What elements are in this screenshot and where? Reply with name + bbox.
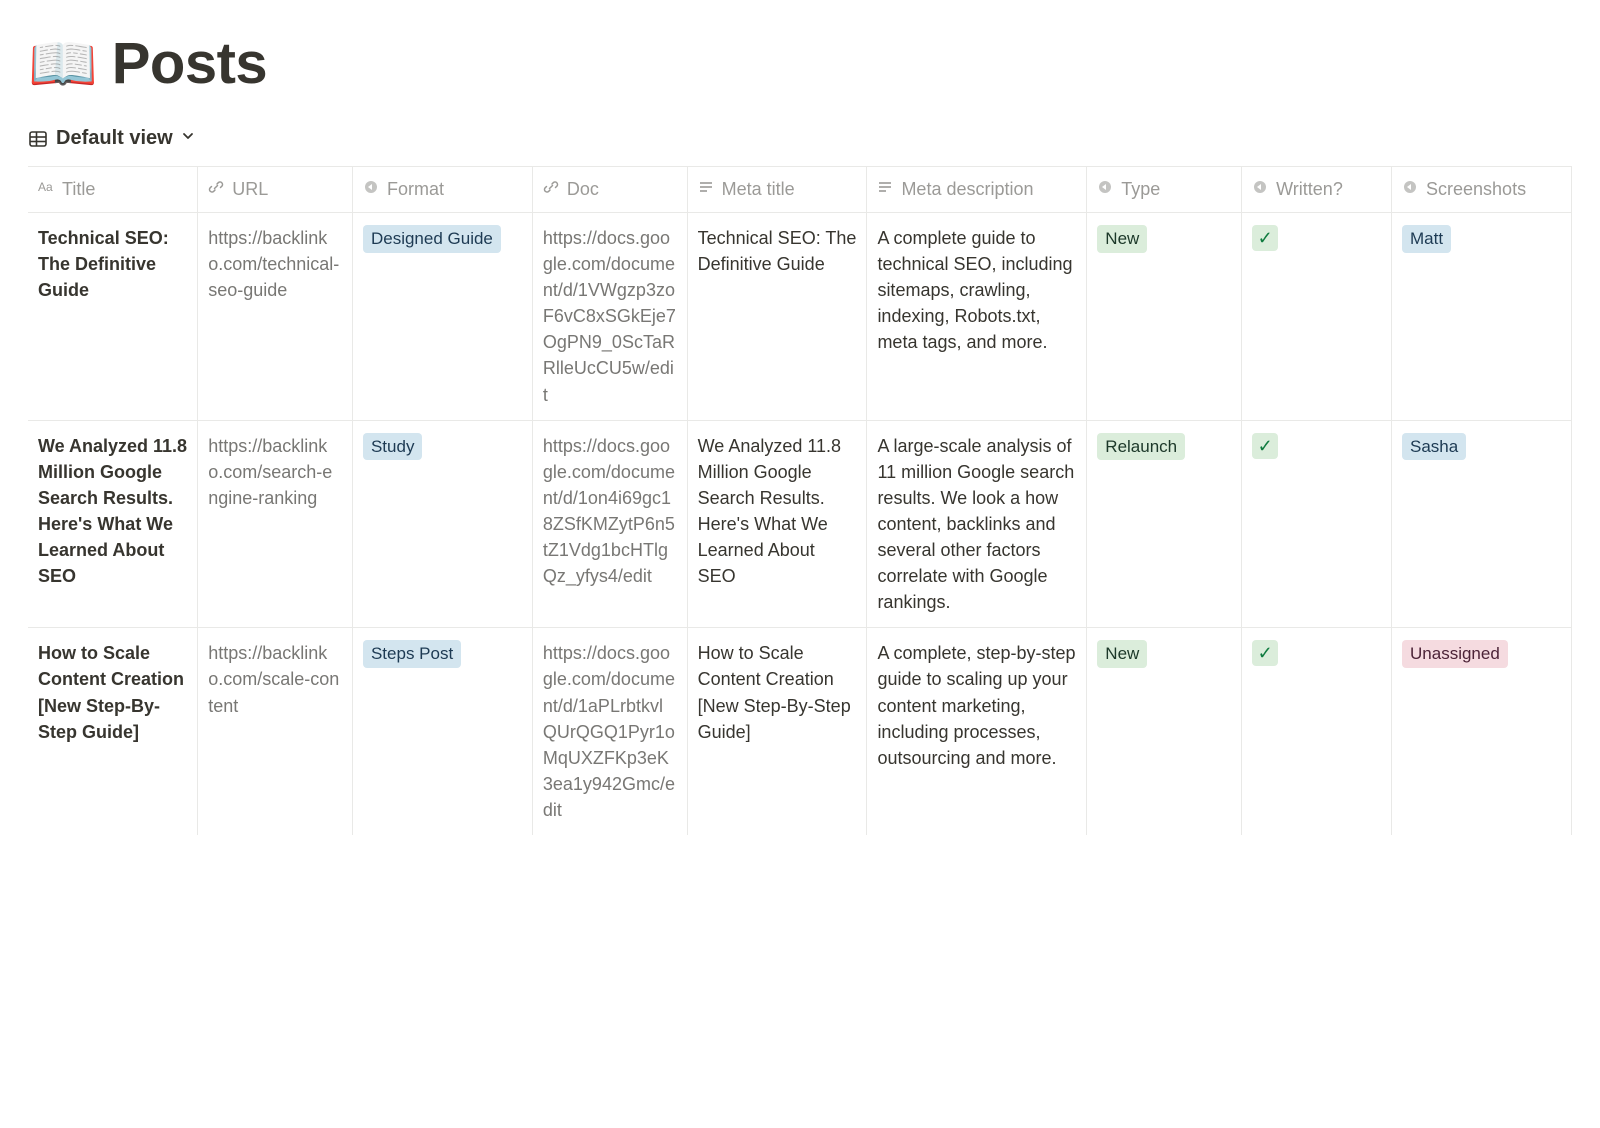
col-header-type[interactable]: Type xyxy=(1087,167,1242,213)
cell-url[interactable]: https://backlinko.com/search-engine-rank… xyxy=(198,420,353,628)
check-icon: ✓ xyxy=(1252,640,1278,666)
format-tag: Study xyxy=(363,433,422,461)
col-header-doc[interactable]: Doc xyxy=(532,167,687,213)
cell-type[interactable]: Relaunch xyxy=(1087,420,1242,628)
col-header-label: Doc xyxy=(567,179,599,200)
screenshots-tag: Sasha xyxy=(1402,433,1466,461)
table-view-icon xyxy=(28,129,48,149)
col-header-label: Meta title xyxy=(722,179,795,200)
cell-title[interactable]: We Analyzed 11.8 Million Google Search R… xyxy=(28,420,198,628)
cell-meta-description[interactable]: A large-scale analysis of 11 million Goo… xyxy=(867,420,1087,628)
col-header-label: Type xyxy=(1121,179,1160,200)
cell-written[interactable]: ✓ xyxy=(1242,213,1392,421)
cell-written[interactable]: ✓ xyxy=(1242,628,1392,835)
cell-format[interactable]: Study xyxy=(352,420,532,628)
col-header-label: Title xyxy=(62,179,95,200)
cell-meta-title[interactable]: Technical SEO: The Definitive Guide xyxy=(687,213,867,421)
col-header-screenshots[interactable]: Screenshots xyxy=(1392,167,1572,213)
posts-table: Aa Title URL xyxy=(28,166,1572,835)
cell-format[interactable]: Designed Guide xyxy=(352,213,532,421)
page-header: 📖 Posts xyxy=(28,30,1572,97)
page-icon: 📖 xyxy=(28,36,98,92)
col-header-meta-description[interactable]: Meta description xyxy=(867,167,1087,213)
table-header-row: Aa Title URL xyxy=(28,167,1572,213)
cell-meta-title[interactable]: We Analyzed 11.8 Million Google Search R… xyxy=(687,420,867,628)
select-property-icon xyxy=(363,179,379,200)
cell-url[interactable]: https://backlinko.com/scale-content xyxy=(198,628,353,835)
check-icon: ✓ xyxy=(1252,433,1278,459)
select-property-icon xyxy=(1097,179,1113,200)
select-property-icon xyxy=(1402,179,1418,200)
select-property-icon xyxy=(1252,179,1268,200)
col-header-label: Meta description xyxy=(901,179,1033,200)
cell-format[interactable]: Steps Post xyxy=(352,628,532,835)
link-icon xyxy=(543,179,559,200)
cell-screenshots[interactable]: Sasha xyxy=(1392,420,1572,628)
table-body: Technical SEO: The Definitive Guide http… xyxy=(28,213,1572,835)
type-tag: New xyxy=(1097,225,1147,253)
cell-written[interactable]: ✓ xyxy=(1242,420,1392,628)
type-tag: New xyxy=(1097,640,1147,668)
cell-meta-description[interactable]: A complete guide to technical SEO, inclu… xyxy=(867,213,1087,421)
view-selector[interactable]: Default view xyxy=(28,127,1572,150)
col-header-url[interactable]: URL xyxy=(198,167,353,213)
col-header-label: Screenshots xyxy=(1426,179,1526,200)
screenshots-tag: Matt xyxy=(1402,225,1451,253)
title-property-icon: Aa xyxy=(38,179,54,200)
view-label: Default view xyxy=(56,127,173,150)
col-header-written[interactable]: Written? xyxy=(1242,167,1392,213)
cell-doc[interactable]: https://docs.google.com/document/d/1aPLr… xyxy=(532,628,687,835)
cell-title[interactable]: How to Scale Content Creation [New Step-… xyxy=(28,628,198,835)
col-header-title[interactable]: Aa Title xyxy=(28,167,198,213)
cell-meta-description[interactable]: A complete, step-by-step guide to scalin… xyxy=(867,628,1087,835)
col-header-label: Format xyxy=(387,179,444,200)
check-icon: ✓ xyxy=(1252,225,1278,251)
cell-screenshots[interactable]: Unassigned xyxy=(1392,628,1572,835)
col-header-label: Written? xyxy=(1276,179,1343,200)
text-property-icon xyxy=(698,179,714,200)
text-property-icon xyxy=(877,179,893,200)
type-tag: Relaunch xyxy=(1097,433,1185,461)
format-tag: Steps Post xyxy=(363,640,461,668)
cell-type[interactable]: New xyxy=(1087,213,1242,421)
table-row[interactable]: How to Scale Content Creation [New Step-… xyxy=(28,628,1572,835)
table-row[interactable]: Technical SEO: The Definitive Guide http… xyxy=(28,213,1572,421)
col-header-meta-title[interactable]: Meta title xyxy=(687,167,867,213)
cell-type[interactable]: New xyxy=(1087,628,1242,835)
link-icon xyxy=(208,179,224,200)
screenshots-tag: Unassigned xyxy=(1402,640,1508,668)
chevron-down-icon xyxy=(181,129,195,148)
format-tag: Designed Guide xyxy=(363,225,501,253)
col-header-format[interactable]: Format xyxy=(352,167,532,213)
col-header-label: URL xyxy=(232,179,268,200)
cell-screenshots[interactable]: Matt xyxy=(1392,213,1572,421)
page-title: Posts xyxy=(112,30,267,97)
table-row[interactable]: We Analyzed 11.8 Million Google Search R… xyxy=(28,420,1572,628)
cell-title[interactable]: Technical SEO: The Definitive Guide xyxy=(28,213,198,421)
cell-doc[interactable]: https://docs.google.com/document/d/1VWgz… xyxy=(532,213,687,421)
cell-doc[interactable]: https://docs.google.com/document/d/1on4i… xyxy=(532,420,687,628)
page-root: 📖 Posts Default view Aa xyxy=(0,0,1600,835)
cell-url[interactable]: https://backlinko.com/technical-seo-guid… xyxy=(198,213,353,421)
svg-text:Aa: Aa xyxy=(38,180,53,194)
cell-meta-title[interactable]: How to Scale Content Creation [New Step-… xyxy=(687,628,867,835)
